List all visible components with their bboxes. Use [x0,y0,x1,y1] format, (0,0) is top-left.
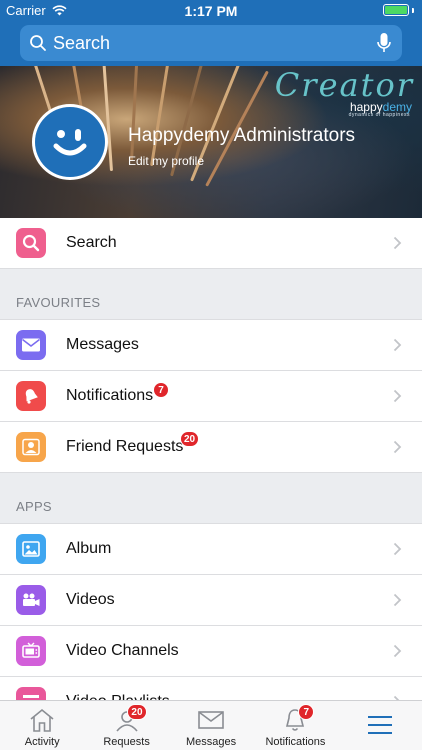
friend-request-count-badge: 20 [180,431,200,447]
avatar[interactable] [32,104,108,180]
chevron-right-icon [393,542,402,556]
menu-item-notifications[interactable]: Notifications 7 [0,371,422,422]
menu-item-friend-requests[interactable]: Friend Requests 20 [0,422,422,473]
main-menu: Search FAVOURITES Messages Notifications… [0,218,422,728]
tab-activity[interactable]: Activity [0,701,84,750]
section-header-apps: APPS [0,473,422,524]
tab-messages[interactable]: Messages [169,701,253,750]
chevron-right-icon [393,236,402,250]
chevron-right-icon [393,440,402,454]
search-icon [30,35,46,51]
smiley-logo-icon [53,129,87,156]
menu-item-label: Notifications [66,387,154,404]
profile-name: Happydemy Administrators [128,125,356,146]
hamburger-menu-icon [367,716,392,734]
creator-watermark: Creator [274,66,414,104]
bottom-tab-bar: Activity 20 Requests Messages 7 Notifica… [0,700,422,750]
menu-item-label: Friend Requests [66,438,184,455]
tab-menu[interactable] [338,701,422,750]
status-bar: Carrier 1:17 PM [0,0,422,22]
menu-item-label: Videos [66,591,115,608]
edit-profile-link[interactable]: Edit my profile [128,154,204,168]
envelope-icon [198,711,224,729]
chevron-right-icon [393,338,402,352]
tv-icon [16,636,46,666]
logo-tagline: dynamics of happiness [348,112,410,118]
chevron-right-icon [393,644,402,658]
menu-item-search[interactable]: Search [0,218,422,269]
menu-item-label: Album [66,540,112,557]
requests-count-badge: 20 [127,704,147,720]
tab-requests[interactable]: 20 Requests [84,701,168,750]
menu-item-messages[interactable]: Messages [0,320,422,371]
tab-label: Messages [185,736,237,748]
microphone-icon[interactable] [376,32,392,54]
menu-item-video-channels[interactable]: Video Channels [0,626,422,677]
menu-item-label: Video Channels [66,642,179,659]
app-header: Carrier 1:17 PM Search [0,0,422,66]
photo-icon [16,534,46,564]
video-camera-icon [16,585,46,615]
bell-icon [16,381,46,411]
search-placeholder: Search [53,32,111,53]
menu-item-album[interactable]: Album [0,524,422,575]
menu-item-label: Search [66,234,117,251]
home-icon [30,708,54,732]
chevron-right-icon [393,593,402,607]
notification-count-badge: 7 [153,382,169,398]
tab-label: Requests [103,736,150,748]
tab-label: Notifications [265,736,326,748]
status-time: 1:17 PM [184,3,238,19]
search-icon [16,228,46,258]
envelope-icon [16,330,46,360]
menu-item-label: Messages [66,336,139,353]
tab-label: Activity [24,736,60,748]
chevron-right-icon [393,389,402,403]
notifications-count-badge: 7 [298,704,315,720]
menu-item-videos[interactable]: Videos [0,575,422,626]
person-icon [16,432,46,462]
battery-icon [383,4,409,16]
search-input[interactable]: Search [20,25,402,61]
section-header-favourites: FAVOURITES [0,269,422,320]
tab-notifications[interactable]: 7 Notifications [253,701,337,750]
profile-cover: Creator happydemy dynamics of happiness … [0,66,422,218]
